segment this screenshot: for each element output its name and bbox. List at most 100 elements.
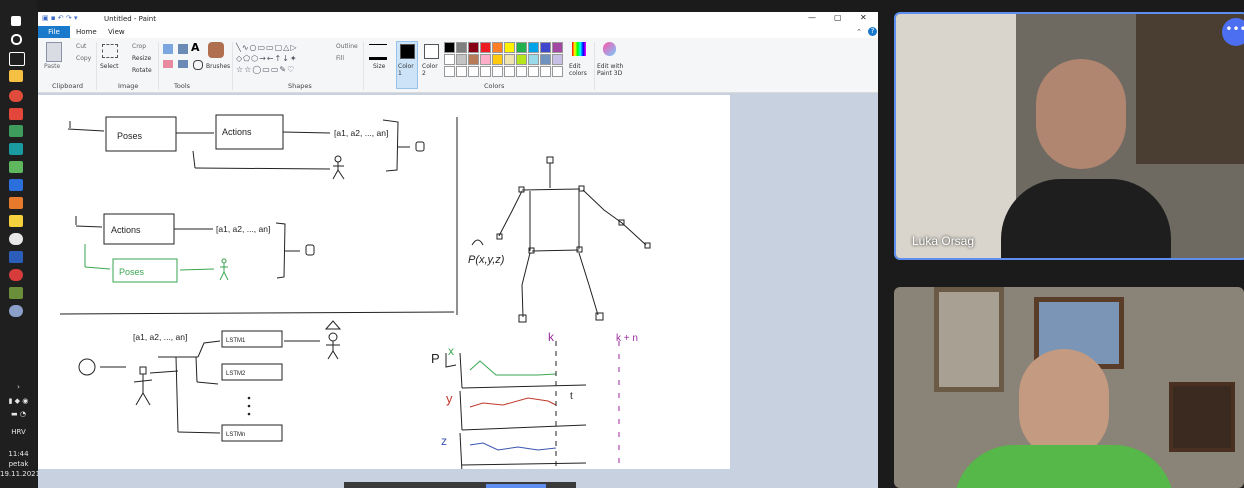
edit-paint3d-button[interactable]: Edit with Paint 3D <box>597 63 627 77</box>
resize-button[interactable]: Resize <box>132 55 151 62</box>
palette-swatch[interactable] <box>456 42 467 53</box>
crop-button[interactable]: Crop <box>132 43 146 50</box>
palette-empty-swatch[interactable] <box>468 66 479 77</box>
palette-empty-swatch[interactable] <box>492 66 503 77</box>
search-icon[interactable] <box>11 34 22 45</box>
tab-home[interactable]: Home <box>70 26 103 38</box>
eraser-icon[interactable] <box>163 60 173 68</box>
color1-swatch <box>400 44 415 59</box>
plot-z-label: z <box>441 434 447 448</box>
palette-swatch[interactable] <box>468 42 479 53</box>
palette-swatch[interactable] <box>480 42 491 53</box>
color2-swatch[interactable] <box>424 44 439 59</box>
windows-start-icon[interactable] <box>11 16 21 26</box>
app-icon[interactable] <box>9 215 23 227</box>
brushes-icon[interactable] <box>208 42 224 58</box>
minimize-button[interactable]: — <box>808 13 816 22</box>
brushes-button[interactable]: Brushes <box>206 63 230 70</box>
palette-swatch[interactable] <box>528 42 539 53</box>
app-icon[interactable] <box>9 143 23 155</box>
palette-swatch[interactable] <box>444 42 455 53</box>
fill-button[interactable]: Fill <box>336 55 344 62</box>
video-tile-participant-2[interactable] <box>894 287 1244 488</box>
paint3d-icon[interactable] <box>603 42 616 56</box>
edit-colors-button[interactable]: Edit colors <box>569 63 591 77</box>
palette-empty-swatch[interactable] <box>528 66 539 77</box>
app-icon[interactable] <box>9 197 23 209</box>
paint-icon[interactable] <box>9 305 23 317</box>
palette-swatch[interactable] <box>540 42 551 53</box>
input-language[interactable]: HRV <box>0 428 37 436</box>
palette-empty-swatch[interactable] <box>540 66 551 77</box>
shapes-gallery[interactable]: ╲∿○▭▭▢△▷ ◇⬠⬡→←↑↓✦ ☆☆◯▭▭✎♡ <box>236 42 320 76</box>
collapse-ribbon-icon[interactable]: ⌃ <box>856 28 862 36</box>
edit-colors-icon[interactable] <box>572 42 586 56</box>
paste-button[interactable]: Paste <box>44 63 60 70</box>
palette-swatch[interactable] <box>516 54 527 65</box>
color2-label[interactable]: Color 2 <box>422 63 440 77</box>
palette-swatch[interactable] <box>552 54 563 65</box>
app-icon[interactable] <box>9 269 23 281</box>
palette-swatch[interactable] <box>516 42 527 53</box>
tray-icons[interactable]: ▮ ◆ ◉ <box>0 397 37 405</box>
size-icon[interactable] <box>369 44 387 60</box>
cut-button[interactable]: Cut <box>76 43 86 50</box>
drawing-canvas[interactable]: Poses Actions [a1, a2, ..., an] Actions … <box>38 95 730 469</box>
rotate-button[interactable]: Rotate <box>132 67 152 74</box>
chrome-icon[interactable] <box>9 90 23 102</box>
folder-icon[interactable] <box>9 70 23 82</box>
color-picker-icon[interactable] <box>178 60 188 68</box>
paste-icon[interactable] <box>46 42 62 62</box>
palette-swatch[interactable] <box>540 54 551 65</box>
fill-icon[interactable] <box>178 44 188 54</box>
palette-swatch[interactable] <box>504 54 515 65</box>
video-tile-participant-1[interactable]: Luka Orsag <box>894 12 1244 260</box>
tab-view[interactable]: View <box>102 26 131 38</box>
palette-swatch[interactable] <box>552 42 563 53</box>
select-icon[interactable] <box>102 44 118 58</box>
palette-empty-swatch[interactable] <box>552 66 563 77</box>
palette-empty-swatch[interactable] <box>516 66 527 77</box>
app-icon[interactable] <box>9 233 23 245</box>
palette-swatch[interactable] <box>468 54 479 65</box>
palette-swatch[interactable] <box>504 42 515 53</box>
app-icon[interactable] <box>9 179 23 191</box>
palette-empty-swatch[interactable] <box>480 66 491 77</box>
app-icon[interactable] <box>9 125 23 137</box>
word-icon[interactable] <box>9 251 23 263</box>
more-options-button[interactable]: ••• <box>1222 18 1244 46</box>
magnifier-icon[interactable] <box>193 60 203 70</box>
task-view-icon[interactable] <box>9 52 25 66</box>
color-palette[interactable] <box>444 42 570 78</box>
quick-access-icons[interactable]: ▣ ▪ ↶ ↷ ▾ <box>42 14 78 22</box>
tab-file[interactable]: File <box>38 26 70 38</box>
tray-chevron-icon[interactable]: › <box>0 383 37 391</box>
palette-empty-swatch[interactable] <box>444 66 455 77</box>
size-button[interactable]: Size <box>373 63 385 70</box>
plot-k-label: k <box>548 330 555 344</box>
help-icon[interactable]: ? <box>868 27 877 36</box>
tray-icons[interactable]: ▬ ◔ <box>0 410 37 418</box>
text-icon[interactable]: A <box>191 41 200 54</box>
palette-empty-swatch[interactable] <box>504 66 515 77</box>
palette-swatch[interactable] <box>456 54 467 65</box>
palette-swatch[interactable] <box>444 54 455 65</box>
copy-button[interactable]: Copy <box>76 55 91 62</box>
select-button[interactable]: Select <box>100 63 119 70</box>
plot-y-label: y <box>446 391 453 406</box>
clock-time[interactable]: 11:44 <box>0 450 37 458</box>
palette-swatch[interactable] <box>480 54 491 65</box>
pencil-icon[interactable] <box>163 44 173 54</box>
palette-empty-swatch[interactable] <box>456 66 467 77</box>
palette-swatch[interactable] <box>492 54 503 65</box>
close-button[interactable]: ✕ <box>860 13 867 22</box>
palette-swatch[interactable] <box>528 54 539 65</box>
outline-button[interactable]: Outline <box>336 43 358 50</box>
app-icon[interactable] <box>9 108 23 120</box>
bottom-control-button[interactable] <box>486 484 546 488</box>
maximize-button[interactable]: ▢ <box>834 13 842 22</box>
palette-swatch[interactable] <box>492 42 503 53</box>
taskbar: › ▮ ◆ ◉ ▬ ◔ HRV 11:44 petak 19.11.2021. <box>0 0 42 488</box>
app-icon[interactable] <box>9 161 23 173</box>
app-icon[interactable] <box>9 287 23 299</box>
